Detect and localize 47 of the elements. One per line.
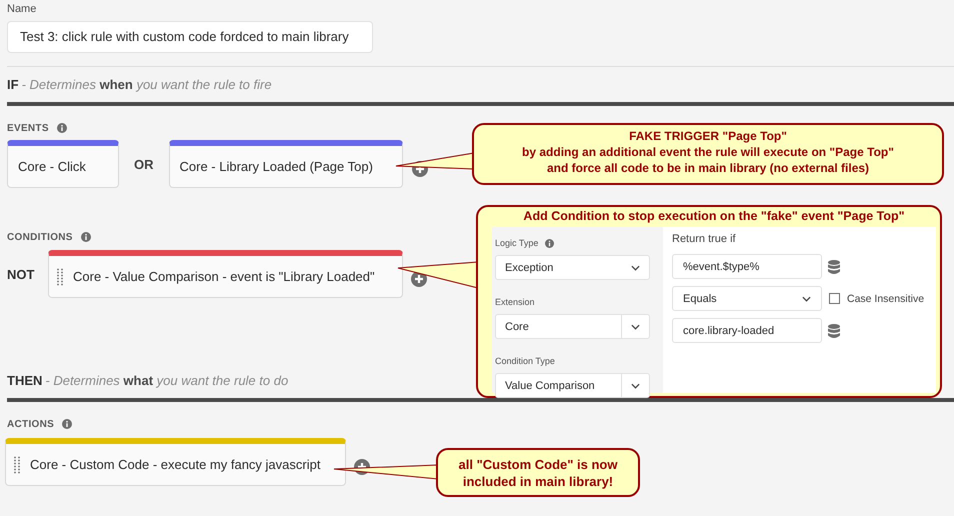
drag-handle-icon[interactable] bbox=[14, 456, 20, 474]
case-insensitive-checkbox[interactable] bbox=[829, 293, 840, 304]
callout-text: included in main library! bbox=[462, 473, 614, 490]
database-icon[interactable] bbox=[828, 260, 840, 274]
field-label: Logic Type bbox=[495, 237, 538, 250]
section-description: - Determines what you want the rule to do bbox=[45, 373, 288, 388]
event-card[interactable]: Core - Click bbox=[7, 140, 119, 188]
section-heading: CONDITIONS bbox=[7, 232, 73, 242]
callout-text: Add Condition to stop execution on the "fake" event "Page Top" bbox=[522, 208, 906, 224]
callout-text: all "Custom Code" is now bbox=[458, 456, 618, 473]
info-icon[interactable] bbox=[80, 232, 91, 242]
callout-text: and force all code to be in main library (no external files) bbox=[546, 160, 870, 176]
chevron-down-icon bbox=[631, 324, 640, 330]
section-keyword: IF bbox=[7, 77, 19, 92]
info-icon[interactable] bbox=[62, 419, 72, 429]
extension-dropdown[interactable]: Core bbox=[495, 314, 650, 339]
field-label: Extension bbox=[495, 296, 536, 309]
operator-dropdown[interactable]: Equals bbox=[672, 286, 822, 311]
section-keyword: THEN bbox=[7, 373, 42, 388]
right-operand-field[interactable]: core.library-loaded bbox=[672, 318, 822, 343]
field-label: Condition Type bbox=[495, 355, 556, 368]
left-operand-field[interactable]: %event.$type% bbox=[672, 254, 822, 279]
condition-type-dropdown[interactable]: Value Comparison bbox=[495, 373, 650, 398]
condition-card[interactable]: Core - Value Comparison - event is "Library Loaded" bbox=[48, 250, 403, 298]
condition-label: Core - Value Comparison - event is "Library Loaded" bbox=[73, 269, 375, 284]
callout-text: FAKE TRIGGER "Page Top" bbox=[628, 128, 788, 144]
chevron-down-icon bbox=[631, 264, 640, 270]
action-card[interactable]: Core - Custom Code - execute my fancy javascript bbox=[5, 438, 346, 486]
section-description: - Determines when you want the rule to fire bbox=[22, 77, 272, 92]
name-field[interactable]: Test 3: click rule with custom code fordced to main library bbox=[7, 21, 373, 53]
checkbox-label: Case Insensitive bbox=[847, 292, 924, 306]
or-label: OR bbox=[134, 156, 154, 172]
section-heading: EVENTS bbox=[7, 122, 49, 134]
info-icon[interactable] bbox=[56, 123, 67, 133]
chevron-down-icon bbox=[631, 382, 640, 388]
name-label: Name bbox=[7, 3, 38, 17]
return-label: Return true if bbox=[672, 232, 737, 247]
callout-text: by adding an additional event the rule will execute on "Page Top" bbox=[521, 144, 895, 160]
chevron-down-icon bbox=[802, 296, 811, 302]
action-label: Core - Custom Code - execute my fancy javascript bbox=[30, 457, 320, 472]
drag-handle-icon[interactable] bbox=[57, 268, 63, 286]
event-card[interactable]: Core - Library Loaded (Page Top) bbox=[168, 140, 402, 188]
logic-type-dropdown[interactable]: Exception bbox=[495, 255, 650, 280]
database-icon[interactable] bbox=[828, 324, 840, 338]
not-label: NOT bbox=[7, 266, 36, 282]
section-heading: ACTIONS bbox=[7, 418, 54, 430]
info-icon[interactable] bbox=[545, 238, 554, 248]
